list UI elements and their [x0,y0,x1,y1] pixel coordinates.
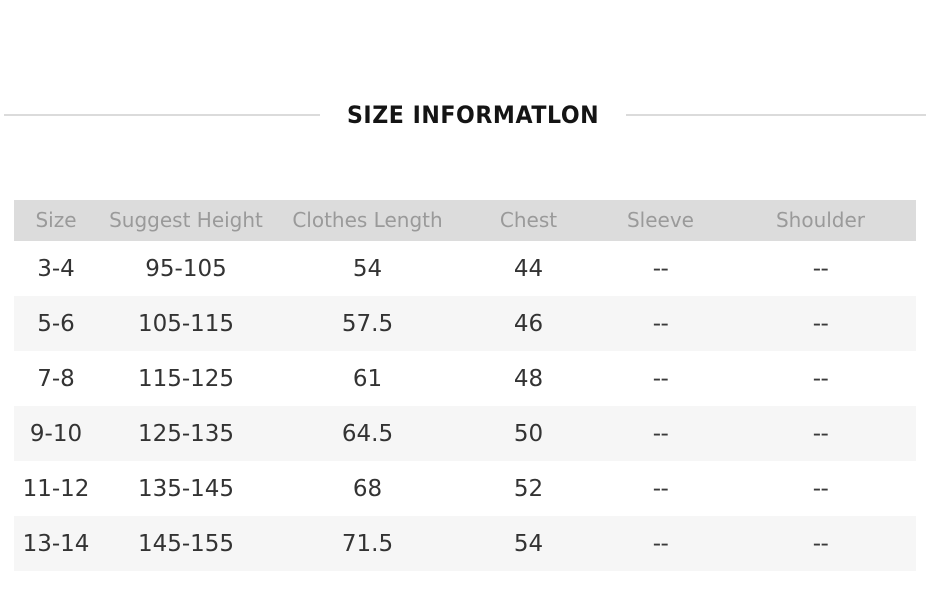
cell-sleeve: -- [596,296,725,351]
column-header-shoulder: Shoulder [725,200,916,241]
table-row: 7-8 115-125 61 48 -- -- [14,351,916,406]
cell-clothes-length: 64.5 [274,406,461,461]
cell-suggest-height: 105-115 [98,296,274,351]
table-row: 13-14 145-155 71.5 54 -- -- [14,516,916,571]
cell-size: 13-14 [14,516,98,571]
cell-chest: 46 [461,296,596,351]
cell-chest: 44 [461,241,596,296]
cell-clothes-length: 54 [274,241,461,296]
cell-sleeve: -- [596,351,725,406]
size-table-container: Size Suggest Height Clothes Length Chest… [14,200,916,571]
cell-suggest-height: 145-155 [98,516,274,571]
cell-size: 9-10 [14,406,98,461]
cell-suggest-height: 135-145 [98,461,274,516]
cell-chest: 48 [461,351,596,406]
column-header-clothes-length: Clothes Length [274,200,461,241]
cell-sleeve: -- [596,241,725,296]
cell-sleeve: -- [596,461,725,516]
section-title-band: SIZE INFORMATLON [0,96,930,134]
size-information-page: SIZE INFORMATLON Size Suggest Height Clo… [0,0,930,601]
cell-shoulder: -- [725,296,916,351]
cell-clothes-length: 68 [274,461,461,516]
cell-size: 3-4 [14,241,98,296]
cell-suggest-height: 95-105 [98,241,274,296]
cell-sleeve: -- [596,406,725,461]
table-row: 9-10 125-135 64.5 50 -- -- [14,406,916,461]
table-row: 11-12 135-145 68 52 -- -- [14,461,916,516]
page-title: SIZE INFORMATLON [346,101,600,129]
size-table-body: 3-4 95-105 54 44 -- -- 5-6 105-115 57.5 … [14,241,916,571]
cell-shoulder: -- [725,351,916,406]
size-table-header: Size Suggest Height Clothes Length Chest… [14,200,916,241]
table-row: 3-4 95-105 54 44 -- -- [14,241,916,296]
cell-suggest-height: 125-135 [98,406,274,461]
cell-chest: 52 [461,461,596,516]
cell-size: 5-6 [14,296,98,351]
cell-clothes-length: 71.5 [274,516,461,571]
title-rule-left [3,114,320,116]
cell-suggest-height: 115-125 [98,351,274,406]
cell-chest: 50 [461,406,596,461]
cell-shoulder: -- [725,516,916,571]
column-header-size: Size [14,200,98,241]
title-rule-right [626,114,927,116]
table-row: 5-6 105-115 57.5 46 -- -- [14,296,916,351]
cell-shoulder: -- [725,461,916,516]
table-header-row: Size Suggest Height Clothes Length Chest… [14,200,916,241]
cell-size: 7-8 [14,351,98,406]
cell-chest: 54 [461,516,596,571]
column-header-chest: Chest [461,200,596,241]
cell-size: 11-12 [14,461,98,516]
column-header-sleeve: Sleeve [596,200,725,241]
cell-shoulder: -- [725,241,916,296]
cell-sleeve: -- [596,516,725,571]
cell-shoulder: -- [725,406,916,461]
cell-clothes-length: 61 [274,351,461,406]
column-header-suggest-height: Suggest Height [98,200,274,241]
cell-clothes-length: 57.5 [274,296,461,351]
size-table: Size Suggest Height Clothes Length Chest… [14,200,916,571]
